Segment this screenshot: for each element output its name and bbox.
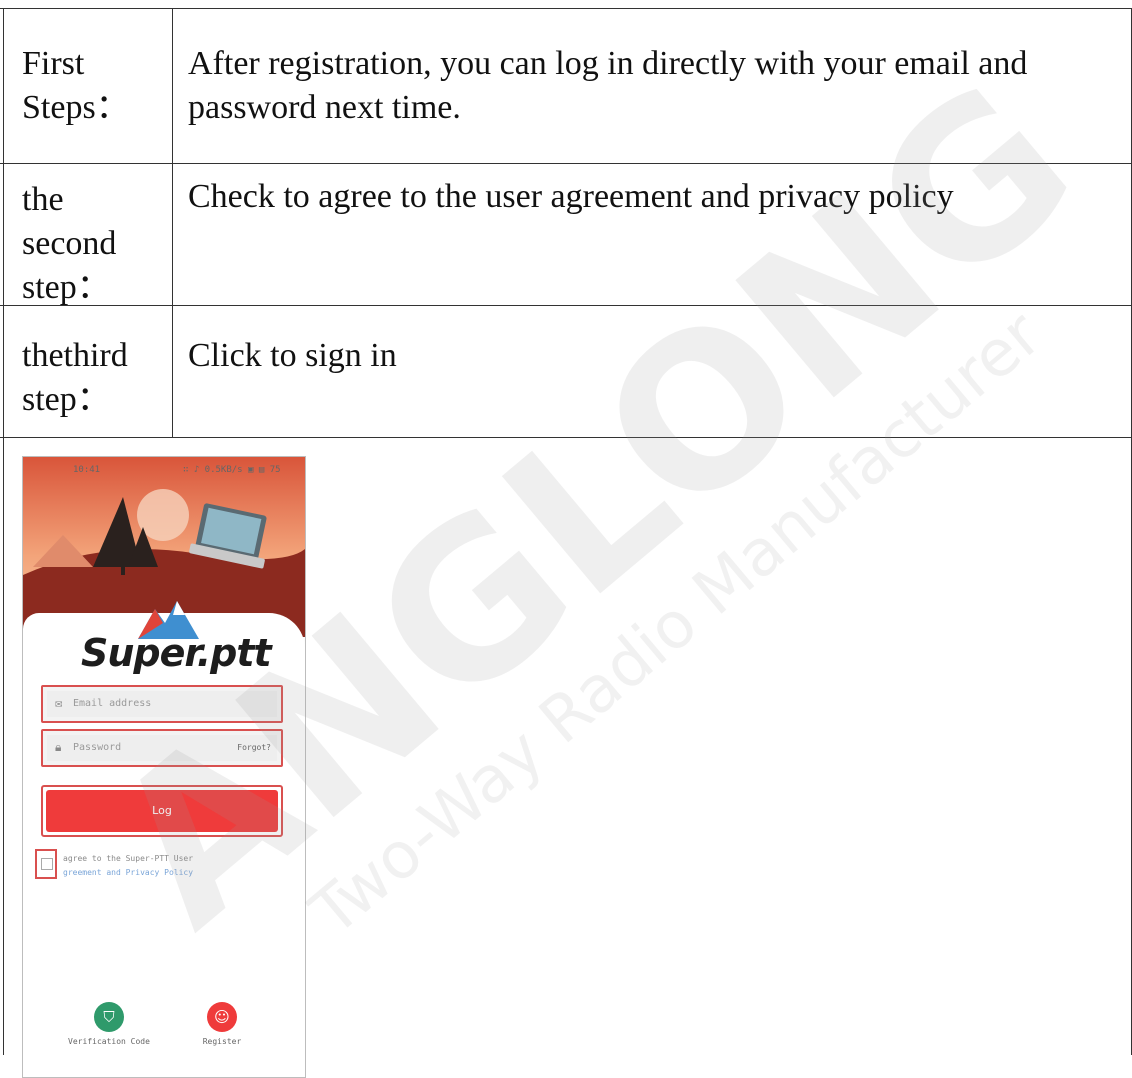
app-login-screenshot: 10:41 ∷ ♪ 0.5KB/s ▣ ▤ 75 Super.ptt ✉ Ema… xyxy=(22,456,306,1078)
password-field[interactable]: 🔒︎ Password Forgot? xyxy=(41,729,283,767)
content-line: After registration, you can log in direc… xyxy=(188,45,1028,82)
step-label-third: thethird step： xyxy=(22,334,162,422)
label-line: second xyxy=(22,225,117,262)
table-border-left xyxy=(3,8,4,1055)
app-logo: Super.ptt xyxy=(81,631,272,675)
content-line: Click to sign in xyxy=(188,337,397,374)
status-time: 10:41 xyxy=(73,465,101,475)
label-line: First xyxy=(22,45,85,82)
forgot-password-link[interactable]: Forgot? xyxy=(237,743,271,752)
table-row-divider xyxy=(0,305,1132,306)
agreement-text: agree to the Super-PTT User greement and… xyxy=(63,852,273,880)
login-button[interactable]: Log xyxy=(41,785,283,837)
verification-code-label[interactable]: Verification Code xyxy=(59,1037,159,1046)
content-line: Check to agree to the user agreement and… xyxy=(188,178,954,215)
step-label-first: First Steps： xyxy=(22,42,162,130)
status-indicators: ∷ ♪ 0.5KB/s ▣ ▤ 75 xyxy=(183,465,281,475)
step-content-second: Check to agree to the user agreement and… xyxy=(188,175,1118,219)
user-icon[interactable]: ☺ xyxy=(207,1002,237,1032)
email-field[interactable]: ✉ Email address xyxy=(41,685,283,723)
lock-icon: 🔒︎ xyxy=(55,740,62,754)
login-button-label: Log xyxy=(46,790,278,832)
label-line: Steps： xyxy=(22,89,130,126)
register-label[interactable]: Register xyxy=(172,1037,272,1046)
agreement-checkbox[interactable] xyxy=(35,849,57,879)
step-label-second: the second step： xyxy=(22,178,162,310)
label-line: step： xyxy=(22,269,111,306)
email-placeholder: Email address xyxy=(73,698,152,709)
mail-icon: ✉ xyxy=(55,696,63,710)
table-border-top xyxy=(0,8,1132,9)
login-card xyxy=(23,613,305,1077)
agreement-link[interactable]: greement and Privacy Policy xyxy=(63,866,273,880)
step-content-first: After registration, you can log in direc… xyxy=(188,42,1118,130)
password-placeholder: Password xyxy=(73,742,122,753)
table-row-divider xyxy=(0,437,1132,438)
label-line: the xyxy=(22,181,64,218)
content-line: password next time. xyxy=(188,89,461,126)
table-column-divider xyxy=(172,8,173,437)
table-row-divider xyxy=(0,163,1132,164)
agreement-line: agree to the Super-PTT User xyxy=(63,854,194,863)
label-line: thethird xyxy=(22,337,128,374)
watermark-tagline: Two-Way Radio Manufacturer xyxy=(297,297,1056,951)
step-content-third: Click to sign in xyxy=(188,334,1118,378)
label-line: step： xyxy=(22,381,111,418)
instruction-document: First Steps： After registration, you can… xyxy=(0,0,1132,1078)
shield-icon[interactable]: ⛉ xyxy=(94,1002,124,1032)
